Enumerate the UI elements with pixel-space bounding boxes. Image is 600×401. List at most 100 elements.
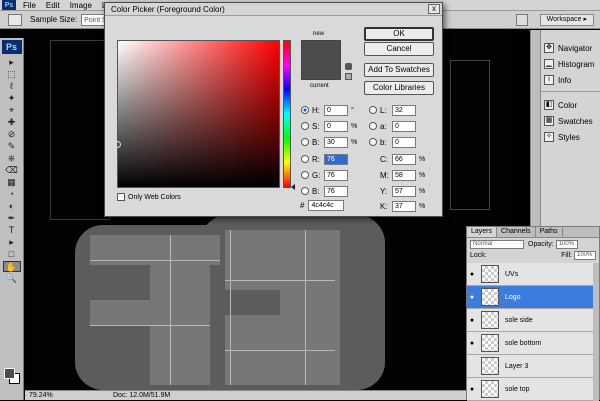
- cyan-input[interactable]: 66: [392, 153, 416, 165]
- shape-tool-icon[interactable]: □: [3, 249, 21, 260]
- healing-tool-icon[interactable]: ⊘: [3, 129, 21, 140]
- type-tool-icon[interactable]: T: [3, 225, 21, 236]
- navigator-panel-button[interactable]: ✥ Navigator: [541, 40, 600, 56]
- visibility-eye-icon[interactable]: ●: [467, 317, 477, 324]
- eraser-tool-icon[interactable]: ⌫: [3, 165, 21, 176]
- color-panel-button[interactable]: ◧ Color: [541, 97, 600, 113]
- hue-radio[interactable]: [301, 106, 309, 114]
- blue-radio[interactable]: [301, 187, 309, 195]
- info-panel-button[interactable]: i Info: [541, 72, 600, 88]
- hex-input[interactable]: 4c4c4c: [308, 200, 345, 211]
- web-safe-cube-icon[interactable]: [345, 73, 352, 80]
- layer-row-sole-bottom[interactable]: ● sole bottom: [467, 332, 595, 355]
- color-libraries-button[interactable]: Color Libraries: [364, 81, 434, 95]
- crop-tool-icon[interactable]: ⌖: [3, 105, 21, 116]
- dodge-tool-icon[interactable]: ◐: [3, 201, 21, 212]
- tab-layers[interactable]: Layers: [467, 227, 498, 237]
- new-color-label: new: [313, 31, 325, 37]
- clone-stamp-tool-icon[interactable]: ⎈: [3, 153, 21, 164]
- only-web-colors-checkbox[interactable]: [117, 193, 125, 201]
- hand-tool-icon[interactable]: ✋: [2, 261, 21, 272]
- only-web-colors-row[interactable]: Only Web Colors: [117, 193, 181, 201]
- tab-channels[interactable]: Channels: [497, 227, 536, 237]
- green-radio[interactable]: [301, 171, 309, 179]
- ok-button[interactable]: OK: [364, 27, 434, 41]
- zoom-level[interactable]: 79.24%: [29, 392, 63, 399]
- path-selection-tool-icon[interactable]: ▸: [3, 237, 21, 248]
- visibility-eye-icon[interactable]: ●: [467, 271, 477, 278]
- saturation-brightness-field[interactable]: [117, 40, 280, 188]
- blur-tool-icon[interactable]: ◔: [3, 189, 21, 200]
- cancel-button[interactable]: Cancel: [364, 42, 434, 56]
- lab-a-radio[interactable]: [369, 122, 377, 130]
- magenta-input[interactable]: 58: [392, 169, 416, 181]
- uv-wireframe: [50, 40, 110, 220]
- pen-tool-icon[interactable]: ✒: [3, 213, 21, 224]
- hex-row: # 4c4c4c: [300, 200, 345, 211]
- foreground-color-swatch[interactable]: [4, 368, 15, 379]
- green-input[interactable]: 76: [324, 169, 348, 181]
- palette-toggle-icon[interactable]: [516, 14, 528, 26]
- lab-b-radio[interactable]: [369, 138, 377, 146]
- menu-edit[interactable]: Edit: [41, 1, 65, 10]
- lab-b-label: b:: [380, 137, 387, 147]
- lab-a-input[interactable]: 0: [392, 120, 416, 132]
- tab-paths[interactable]: Paths: [536, 227, 563, 237]
- layer-row-sole-top[interactable]: ● sole top: [467, 378, 595, 401]
- saturation-input[interactable]: 0: [324, 120, 348, 132]
- histogram-panel-button[interactable]: ▁ Histogram: [541, 56, 600, 72]
- red-radio[interactable]: [301, 155, 309, 163]
- layers-scrollbar[interactable]: [593, 263, 599, 401]
- yellow-input[interactable]: 57: [392, 185, 416, 197]
- eyedropper-preset-icon[interactable]: [8, 13, 22, 26]
- layer-row-layer-3[interactable]: Layer 3: [467, 355, 595, 378]
- add-to-swatches-button[interactable]: Add To Swatches: [364, 63, 434, 77]
- out-of-gamut-icon[interactable]: [345, 63, 352, 70]
- hue-input[interactable]: 0: [324, 104, 348, 116]
- current-color-preview[interactable]: [301, 60, 341, 80]
- fill-input[interactable]: 100%: [574, 251, 596, 260]
- zoom-tool-icon[interactable]: 🔍: [3, 273, 21, 284]
- hue-slider-handle[interactable]: [291, 184, 295, 190]
- swatches-panel-button[interactable]: ▦ Swatches: [541, 113, 600, 129]
- saturation-radio[interactable]: [301, 122, 309, 130]
- lab-l-radio[interactable]: [369, 106, 377, 114]
- close-icon[interactable]: x: [428, 4, 440, 14]
- brush-tool-icon[interactable]: ✎: [3, 141, 21, 152]
- marquee-tool-icon[interactable]: ⬚: [3, 69, 21, 80]
- menu-image[interactable]: Image: [65, 1, 97, 10]
- gradient-tool-icon[interactable]: ▦: [3, 177, 21, 188]
- workspace-button[interactable]: Workspace ▸: [539, 14, 594, 26]
- hue-slider[interactable]: [283, 40, 291, 188]
- blend-mode-select[interactable]: Normal: [470, 239, 524, 249]
- swatches-label: Swatches: [558, 116, 593, 126]
- visibility-eye-icon[interactable]: ●: [467, 386, 477, 393]
- magic-wand-tool-icon[interactable]: ✦: [3, 93, 21, 104]
- lab-b-input[interactable]: 0: [392, 136, 416, 148]
- layer-row-sole-side[interactable]: ● sole side: [467, 309, 595, 332]
- menu-file[interactable]: File: [18, 1, 41, 10]
- red-input[interactable]: 76: [324, 153, 348, 165]
- hue-label: H:: [312, 105, 320, 115]
- lab-l-input[interactable]: 32: [392, 104, 416, 116]
- blue-input[interactable]: 76: [324, 185, 348, 197]
- layer-list: ● UVs ● Logo ● sole side ● sole bottom L…: [467, 263, 595, 401]
- histogram-icon: ▁: [544, 59, 554, 69]
- lasso-tool-icon[interactable]: ℓ: [3, 81, 21, 92]
- visibility-eye-icon[interactable]: ●: [467, 294, 477, 301]
- styles-panel-button[interactable]: ✧ Styles: [541, 129, 600, 145]
- logo-segment: [90, 300, 210, 325]
- visibility-eye-icon[interactable]: ●: [467, 340, 477, 347]
- layer-row-logo[interactable]: ● Logo: [467, 286, 595, 309]
- layer-row-uvs[interactable]: ● UVs: [467, 263, 595, 286]
- move-tool-icon[interactable]: ▸: [3, 57, 21, 68]
- brightness-input[interactable]: 30: [324, 136, 348, 148]
- opacity-input[interactable]: 100%: [555, 239, 578, 249]
- black-input[interactable]: 37: [392, 200, 416, 212]
- brightness-unit: %: [351, 138, 358, 146]
- hue-row: H: 0 °: [301, 104, 359, 116]
- color-field-cursor[interactable]: [114, 141, 121, 148]
- eyedropper-tool-icon[interactable]: ✚: [3, 117, 21, 128]
- brightness-radio[interactable]: [301, 138, 309, 146]
- swatches-icon: ▦: [544, 116, 554, 126]
